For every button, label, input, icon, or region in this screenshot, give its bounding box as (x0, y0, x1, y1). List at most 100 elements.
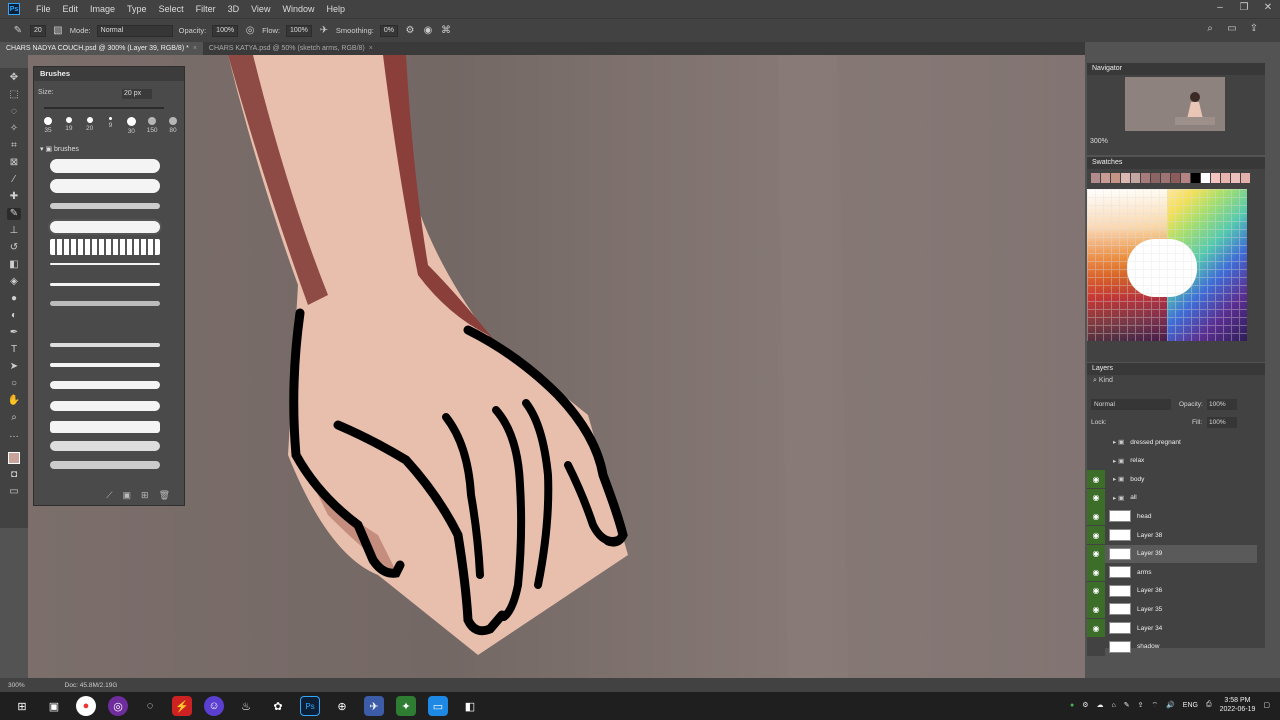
tab-nadya-couch[interactable]: CHARS NADYA COUCH.psd @ 300% (Layer 39, … (0, 42, 203, 55)
close-icon[interactable]: ✕ (1256, 0, 1280, 16)
windows-start-icon[interactable]: ⊞ (12, 696, 32, 716)
navigator-preview[interactable] (1125, 77, 1225, 131)
flow-field[interactable]: 100% (286, 24, 312, 37)
brush-preset[interactable]: 30 (121, 117, 141, 135)
layer-row[interactable]: ◉ Layer 35 (1087, 600, 1257, 619)
brush-stroke-preview[interactable] (50, 421, 160, 433)
layer-group-row[interactable]: ▸ ▣ relax (1087, 451, 1257, 470)
menu-type[interactable]: Select (153, 0, 190, 18)
discord-icon[interactable]: ☺ (204, 696, 224, 716)
notifications-icon[interactable]: ▢ (1263, 701, 1270, 709)
color-swatch[interactable] (1111, 173, 1120, 183)
brush-stroke-preview[interactable] (50, 441, 160, 451)
app-icon[interactable]: ◎ (108, 696, 128, 716)
type-tool-icon[interactable]: T (7, 344, 21, 356)
app-icon[interactable]: ✈ (364, 696, 384, 716)
color-swatch[interactable] (1181, 173, 1190, 183)
brush-stroke-preview[interactable] (50, 363, 160, 367)
foreground-color-swatch[interactable] (8, 452, 20, 464)
layer-group-row[interactable]: ◉ ▸ ▣ all (1087, 488, 1257, 507)
brush-preset[interactable]: 20 (80, 117, 100, 135)
workspace-icon[interactable]: ▭ (1226, 23, 1238, 35)
brush-preset[interactable]: 35 (38, 117, 58, 135)
zoom-tool-icon[interactable]: ⌕ (7, 412, 21, 424)
layer-row[interactable]: ◉ Layer 34 (1087, 619, 1257, 637)
brush-preset[interactable]: 80 (163, 117, 183, 135)
clone-stamp-tool-icon[interactable]: ⊥ (7, 225, 21, 237)
task-view-icon[interactable]: ▣ (44, 696, 64, 716)
eyedropper-tool-icon[interactable]: ⁄ (7, 174, 21, 186)
search-icon[interactable]: ⌕ (1204, 23, 1216, 35)
visibility-eye-icon[interactable] (1087, 451, 1105, 470)
quick-mask-icon[interactable]: ◘ (7, 469, 21, 481)
layer-row[interactable]: ◉ arms (1087, 563, 1257, 582)
app-icon[interactable]: ◌ (140, 696, 160, 716)
tab-katya[interactable]: CHARS KATYA.psd @ 50% (sketch arms, RGB/… (203, 42, 379, 55)
visibility-eye-icon[interactable] (1087, 637, 1105, 656)
close-tab-icon[interactable]: × (369, 45, 373, 52)
app-icon[interactable]: ✿ (268, 696, 288, 716)
share-icon[interactable]: ⇪ (1248, 23, 1260, 35)
color-swatch[interactable] (1091, 173, 1100, 183)
app-icon[interactable]: ✦ (396, 696, 416, 716)
brush-tool-icon[interactable]: ✎ (12, 25, 24, 37)
pressure-size-icon[interactable]: ◉ (422, 25, 434, 37)
new-brush-icon[interactable]: ⊞ (141, 490, 149, 501)
color-swatch[interactable] (1191, 173, 1200, 183)
tray-icon[interactable]: ⚙ (1082, 701, 1088, 709)
brush-preset[interactable]: 150 (142, 117, 162, 135)
brush-folder[interactable]: ▾ ▣ brushes (40, 145, 79, 153)
tray-icon[interactable]: ☁ (1096, 701, 1103, 709)
status-zoom[interactable]: 300% (8, 682, 25, 689)
lasso-tool-icon[interactable]: ◌ (7, 106, 21, 118)
steam-icon[interactable]: ♨ (236, 696, 256, 716)
brush-preset[interactable]: 19 (59, 117, 79, 135)
new-folder-icon[interactable]: ▣ (123, 490, 132, 501)
brush-stroke-preview[interactable] (50, 401, 160, 411)
tray-icon[interactable]: ⇪ (1138, 701, 1144, 709)
volume-icon[interactable]: 🔊 (1166, 701, 1175, 709)
menu-edit[interactable]: Edit (57, 0, 85, 18)
menu-window[interactable]: Help (320, 0, 351, 18)
tray-icon[interactable]: ⌂ (1111, 702, 1115, 709)
brush-stroke-preview[interactable] (50, 203, 160, 209)
brush-preset[interactable]: 9 (100, 117, 120, 135)
visibility-eye-icon[interactable] (1087, 433, 1105, 451)
brush-stroke-preview[interactable] (50, 159, 160, 173)
color-swatch[interactable] (1131, 173, 1140, 183)
color-swatch[interactable] (1201, 173, 1210, 183)
language-indicator[interactable]: ENG (1183, 702, 1198, 709)
chrome-icon[interactable]: ● (76, 696, 96, 716)
navigator-zoom[interactable]: 300% (1090, 138, 1108, 145)
menu-image[interactable]: Image (84, 0, 121, 18)
brush-stroke-preview[interactable] (50, 301, 160, 306)
brush-stroke-preview[interactable] (50, 461, 160, 469)
tray-icon[interactable]: ⎙ (1206, 701, 1212, 709)
symmetry-icon[interactable]: ⌘ (440, 25, 452, 37)
color-swatch[interactable] (1171, 173, 1180, 183)
app-icon[interactable]: ⊕ (332, 696, 352, 716)
visibility-eye-icon[interactable]: ◉ (1087, 563, 1105, 582)
brush-stroke-preview[interactable] (50, 239, 160, 255)
quick-select-tool-icon[interactable]: ✧ (7, 123, 21, 135)
canvas[interactable] (28, 55, 1085, 678)
brush-stroke-preview[interactable] (50, 221, 160, 233)
layer-row[interactable]: ◉ Layer 36 (1087, 581, 1257, 600)
app-icon[interactable]: ◧ (460, 696, 480, 716)
color-swatch[interactable] (1151, 173, 1160, 183)
menu-file[interactable]: File (30, 0, 57, 18)
layer-group-row[interactable]: ◉ ▸ ▣ body (1087, 470, 1257, 489)
tray-icon[interactable]: ● (1070, 702, 1074, 709)
menu-layer[interactable]: Type (121, 0, 153, 18)
menu-3d[interactable]: View (245, 0, 276, 18)
visibility-eye-icon[interactable]: ◉ (1087, 581, 1105, 600)
kind-filter[interactable]: ⌕ Kind (1093, 377, 1113, 385)
opacity-field[interactable]: 100% (212, 24, 239, 37)
color-swatch[interactable] (1231, 173, 1240, 183)
visibility-eye-icon[interactable]: ◉ (1087, 526, 1105, 544)
photoshop-taskbar-icon[interactable]: Ps (300, 696, 320, 716)
minimize-icon[interactable]: – (1208, 0, 1232, 16)
menu-filter[interactable]: 3D (222, 0, 246, 18)
mode-select[interactable]: Normal (96, 24, 173, 37)
color-swatch[interactable] (1121, 173, 1130, 183)
